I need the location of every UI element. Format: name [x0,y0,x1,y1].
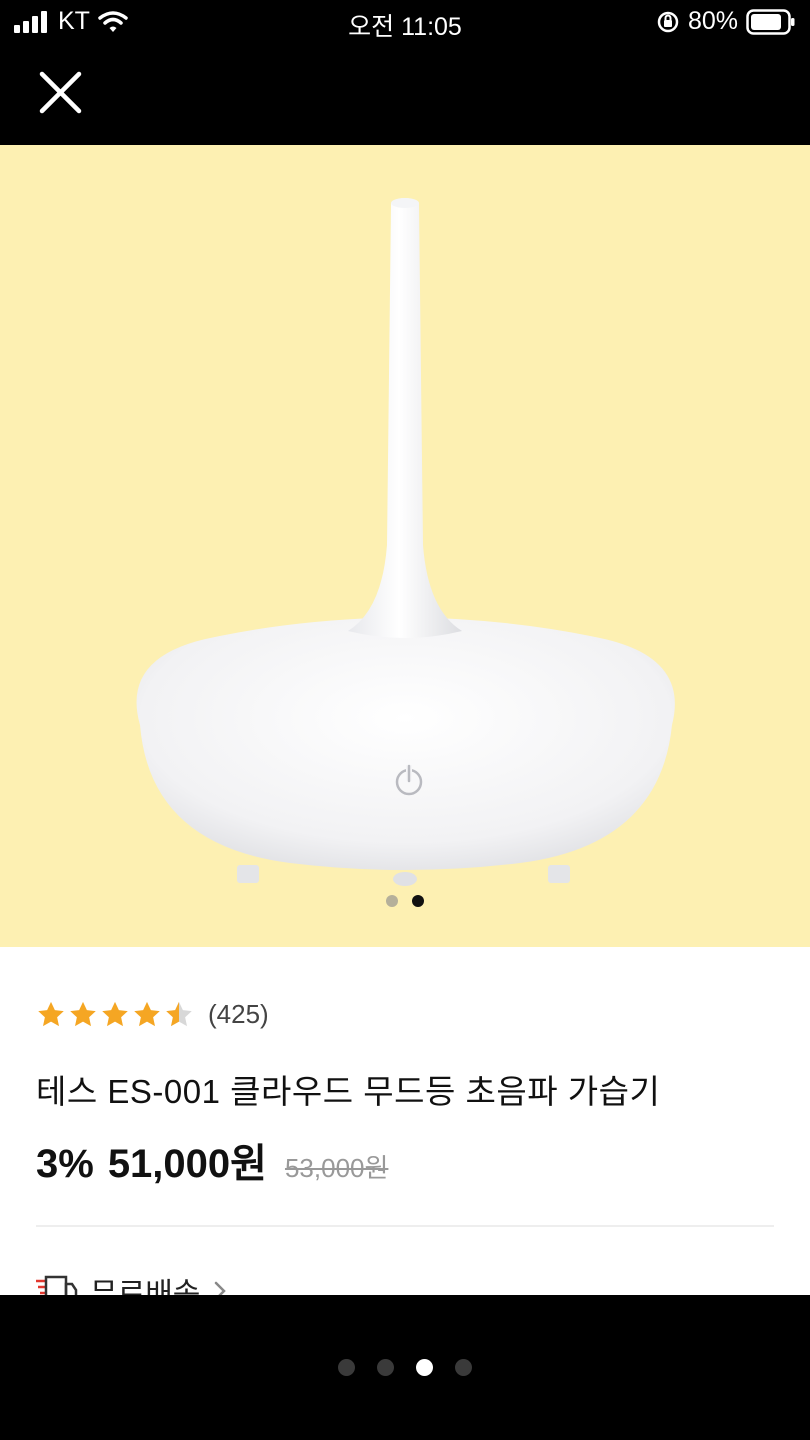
viewer-bottom-bar [0,1295,810,1440]
page-indicator [0,1359,810,1376]
product-title: 테스 ES-001 클라우드 무드등 초음파 가습기 [36,1073,661,1110]
discount-rate: 3% [36,1142,94,1186]
battery-icon [746,8,795,35]
shipping-row[interactable]: 무료배송 [36,1269,228,1295]
price-row: 3% 51,000원 53,000원 [36,1131,388,1189]
original-price: 53,000원 [284,1153,389,1183]
star-half-icon [166,1001,192,1026]
shipping-label: 무료배송 [90,1278,201,1295]
battery-percent: 80% [687,7,738,35]
star-icon [70,1001,96,1026]
review-count[interactable]: (425) [208,999,269,1030]
image-carousel-indicator [0,895,810,907]
star-icon [38,1001,64,1026]
star-icon [102,1001,128,1026]
page-dot[interactable] [455,1359,472,1376]
page-dot[interactable] [338,1359,355,1376]
product-info-card: (425) 테스 ES-001 클라우드 무드등 초음파 가습기 3% 51,0… [0,947,810,1295]
chevron-right-icon [215,1281,227,1295]
carousel-dot-active[interactable] [412,895,424,907]
rotation-lock-icon [657,11,679,32]
viewer-top-bar [0,45,810,145]
page-dot-active[interactable] [416,1359,433,1376]
star-icon [134,1001,160,1026]
product-image[interactable] [0,145,810,947]
status-bar: KT 오전 11:05 80% [0,0,810,45]
page-dot[interactable] [377,1359,394,1376]
carousel-dot[interactable] [386,895,398,907]
sale-price: 51,000원 [107,1142,267,1186]
close-icon[interactable] [38,70,83,115]
rating-row[interactable]: (425) [36,999,269,1030]
humidifier-illustration [136,198,675,886]
truck-icon [36,1275,78,1295]
star-rating [36,1000,194,1030]
divider [36,1225,774,1227]
